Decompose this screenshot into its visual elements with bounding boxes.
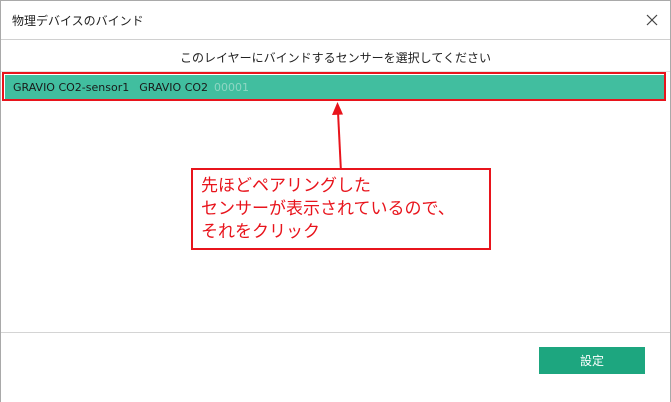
close-button[interactable] (641, 9, 663, 31)
sensor-list-item[interactable]: GRAVIO CO2-sensor1 GRAVIO CO2 00001 (5, 75, 666, 101)
dialog-title: 物理デバイスのバインド (12, 14, 144, 28)
set-button[interactable]: 設定 (539, 347, 645, 374)
annotation-callout: 先ほどペアリングした センサーが表示されているので、 それをクリック (191, 168, 491, 250)
instruction-text: このレイヤーにバインドするセンサーを選択してください (180, 51, 491, 65)
close-icon (646, 14, 658, 26)
sensor-type: GRAVIO CO2 (139, 81, 209, 94)
sensor-extra: 00001 (214, 81, 250, 94)
sensor-row-text: GRAVIO CO2-sensor1 GRAVIO CO2 00001 (13, 81, 249, 94)
callout-line-2: センサーが表示されているので、 (201, 199, 455, 219)
callout-line-3: それをクリック (201, 222, 320, 242)
title-bar: 物理デバイスのバインド (1, 1, 670, 39)
callout-line-1: 先ほどペアリングした (201, 176, 371, 196)
sensor-name: GRAVIO CO2-sensor1 (13, 81, 130, 94)
bind-physical-device-dialog: 物理デバイスのバインド このレイヤーにバインドするセンサーを選択してください G… (0, 0, 671, 402)
dialog-footer: 設定 (1, 332, 670, 402)
